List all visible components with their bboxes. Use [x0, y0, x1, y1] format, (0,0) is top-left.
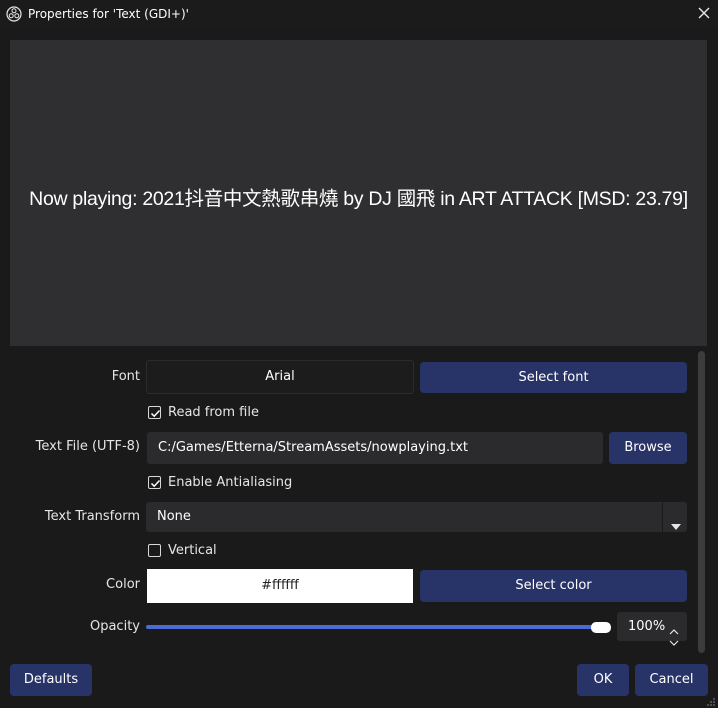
opacity-value: 100% — [628, 619, 666, 634]
opacity-slider-handle[interactable] — [591, 622, 611, 633]
text-transform-label: Text Transform — [44, 509, 140, 524]
select-divider — [662, 502, 663, 532]
obs-logo-icon — [6, 6, 22, 22]
properties-scrollbar[interactable] — [697, 351, 707, 656]
read-from-file-label: Read from file — [168, 405, 259, 420]
cancel-button[interactable]: Cancel — [635, 664, 708, 696]
checkmark-icon — [150, 409, 161, 418]
antialiasing-checkbox[interactable] — [148, 476, 161, 489]
text-file-label: Text File (UTF-8) — [35, 439, 140, 454]
close-icon[interactable] — [696, 5, 712, 21]
opacity-spinbox[interactable]: 100% — [617, 612, 687, 646]
font-display: Arial — [146, 360, 414, 394]
checkmark-icon — [150, 479, 161, 488]
defaults-button[interactable]: Defaults — [10, 664, 92, 696]
resize-grip-icon[interactable] — [706, 696, 716, 706]
properties-panel: Font Arial Select font Read from file Te… — [10, 348, 697, 654]
antialiasing-label: Enable Antialiasing — [168, 475, 293, 490]
opacity-label: Opacity — [89, 619, 140, 634]
title-bar: Properties for 'Text (GDI+)' — [0, 0, 718, 29]
vertical-checkbox[interactable] — [148, 544, 161, 557]
chevron-down-icon — [671, 513, 681, 543]
scrollbar-thumb[interactable] — [698, 351, 705, 653]
text-transform-value: None — [157, 509, 191, 524]
opacity-slider-track[interactable] — [146, 625, 609, 629]
ok-button[interactable]: OK — [577, 664, 629, 696]
color-swatch: #ffffff — [147, 569, 413, 603]
text-file-input[interactable]: C:/Games/Etterna/StreamAssets/nowplaying… — [147, 432, 603, 464]
text-transform-select[interactable]: None — [146, 502, 687, 532]
read-from-file-checkbox[interactable] — [148, 406, 161, 419]
vertical-label: Vertical — [168, 543, 217, 558]
select-font-button[interactable]: Select font — [420, 362, 687, 393]
font-label: Font — [111, 369, 140, 384]
color-label: Color — [106, 577, 140, 592]
source-preview: Now playing: 2021抖音中文熱歌串燒 by DJ 國飛 in AR… — [10, 40, 707, 346]
browse-button[interactable]: Browse — [609, 432, 687, 464]
preview-text: Now playing: 2021抖音中文熱歌串燒 by DJ 國飛 in AR… — [29, 188, 688, 210]
spin-down-icon[interactable] — [669, 629, 679, 654]
window-title: Properties for 'Text (GDI+)' — [28, 7, 189, 21]
select-color-button[interactable]: Select color — [420, 570, 687, 602]
